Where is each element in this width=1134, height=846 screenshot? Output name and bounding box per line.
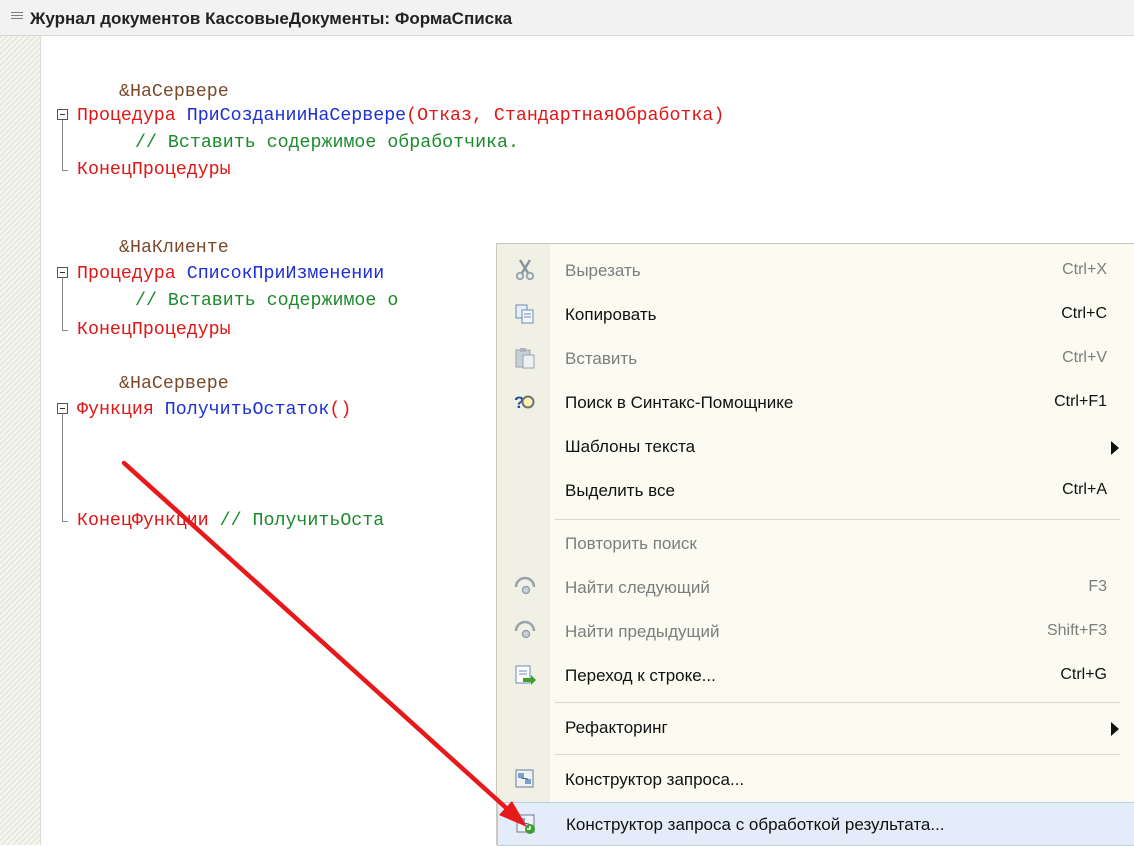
- code-line: КонецПроцедуры: [77, 158, 231, 182]
- editor-gutter: [0, 36, 41, 845]
- code-line: КонецПроцедуры: [77, 318, 231, 342]
- code-line: // Вставить содержимое обработчика.: [135, 131, 519, 155]
- menu-item-shortcut: Ctrl+V: [1062, 349, 1107, 366]
- scissors-icon: [515, 259, 535, 281]
- menu-item-label: Поиск в Синтакс-Помощнике: [565, 393, 794, 412]
- keyword: Процедура: [77, 264, 176, 284]
- code-line: // Вставить содержимое о: [135, 289, 398, 313]
- code-line: &НаСервере: [119, 80, 229, 104]
- menu-item-shortcut: Ctrl+F1: [1054, 393, 1107, 410]
- query-builder-result-icon: [516, 814, 535, 834]
- procedure-name: ПриСозданииНаСервере: [186, 106, 407, 126]
- menu-item-templates[interactable]: Шаблоны текста: [497, 425, 1134, 469]
- query-builder-icon: [515, 769, 534, 788]
- code-line: КонецФункции // ПолучитьОста: [77, 509, 384, 533]
- submenu-arrow-icon: [1111, 441, 1119, 455]
- goto-line-icon: [515, 665, 536, 685]
- function-name: ПолучитьОстаток: [164, 400, 330, 420]
- menu-separator: [555, 702, 1120, 703]
- keyword: КонецПроцедуры: [77, 160, 231, 180]
- menu-item-goto-line[interactable]: Переход к строке... Ctrl+G: [497, 654, 1134, 698]
- code-line: Процедура СписокПриИзменении: [77, 262, 384, 286]
- fold-guide: [62, 414, 63, 521]
- context-menu: Вырезать Ctrl+X Копировать Ctrl+C Встави…: [496, 243, 1134, 846]
- procedure-name: СписокПриИзменении: [186, 264, 385, 284]
- code-line: &НаКлиенте: [119, 236, 229, 260]
- menu-item-label: Выделить все: [565, 481, 675, 500]
- submenu-arrow-icon: [1111, 722, 1119, 736]
- menu-item-syntax-help[interactable]: ? Поиск в Синтакс-Помощнике Ctrl+F1: [497, 381, 1134, 425]
- directive: &НаСервере: [119, 374, 229, 394]
- fold-guide: [62, 170, 68, 171]
- menu-item-label: Рефакторинг: [565, 718, 668, 737]
- fold-guide: [62, 521, 68, 522]
- menu-item-repeat-search[interactable]: Повторить поиск: [497, 522, 1134, 566]
- find-next-icon: [514, 576, 536, 595]
- fold-toggle[interactable]: [57, 403, 68, 414]
- keyword: КонецПроцедуры: [77, 320, 231, 340]
- menu-separator: [555, 754, 1120, 755]
- menu-item-shortcut: Shift+F3: [1046, 622, 1107, 639]
- fold-guide: [62, 330, 68, 331]
- menu-item-shortcut: Ctrl+A: [1062, 481, 1107, 498]
- form-icon: [11, 12, 23, 23]
- copy-icon: [515, 304, 534, 324]
- keyword: Процедура: [77, 106, 176, 126]
- menu-item-paste[interactable]: Вставить Ctrl+V: [497, 337, 1134, 381]
- menu-item-label: Конструктор запроса с обработкой результ…: [566, 815, 945, 834]
- comment: // ПолучитьОста: [219, 511, 385, 531]
- fold-toggle[interactable]: [57, 267, 68, 278]
- menu-item-copy[interactable]: Копировать Ctrl+C: [497, 293, 1134, 337]
- procedure-args: (Отказ, СтандартнаяОбработка): [406, 106, 725, 126]
- code-line: &НаСервере: [119, 372, 229, 396]
- menu-item-shortcut: F3: [1088, 578, 1107, 595]
- comment: // Вставить содержимое о: [135, 291, 399, 311]
- menu-item-label: Найти предыдущий: [565, 622, 720, 641]
- menu-item-find-next[interactable]: Найти следующий F3: [497, 566, 1134, 610]
- menu-item-label: Повторить поиск: [565, 534, 697, 553]
- menu-item-label: Конструктор запроса...: [565, 770, 745, 789]
- menu-item-cut[interactable]: Вырезать Ctrl+X: [497, 249, 1134, 293]
- menu-item-label: Копировать: [565, 305, 657, 324]
- directive: &НаКлиенте: [119, 238, 229, 258]
- keyword: Функция: [77, 400, 154, 420]
- help-search-icon: ?: [514, 393, 535, 412]
- menu-item-shortcut: Ctrl+G: [1060, 666, 1107, 683]
- function-args: (): [329, 400, 352, 420]
- menu-item-label: Вставить: [565, 349, 638, 368]
- menu-item-label: Переход к строке...: [565, 666, 716, 685]
- menu-item-query-builder-result[interactable]: Конструктор запроса с обработкой результ…: [497, 802, 1134, 846]
- code-line: Функция ПолучитьОстаток(): [77, 398, 351, 422]
- code-line: Процедура ПриСозданииНаСервере(Отказ, Ст…: [77, 104, 724, 128]
- menu-item-refactoring[interactable]: Рефакторинг: [497, 706, 1134, 750]
- menu-item-label: Шаблоны текста: [565, 437, 696, 456]
- directive: &НаСервере: [119, 82, 229, 102]
- menu-item-query-builder[interactable]: Конструктор запроса...: [497, 758, 1134, 802]
- fold-guide: [62, 278, 63, 330]
- menu-item-shortcut: Ctrl+X: [1062, 261, 1107, 278]
- menu-item-label: Вырезать: [565, 261, 641, 280]
- menu-item-label: Найти следующий: [565, 578, 710, 597]
- menu-item-shortcut: Ctrl+C: [1061, 305, 1107, 322]
- paste-icon: [515, 348, 535, 369]
- comment: // Вставить содержимое обработчика.: [135, 133, 519, 153]
- find-prev-icon: [514, 620, 536, 639]
- keyword: КонецФункции: [77, 511, 209, 531]
- menu-item-find-prev[interactable]: Найти предыдущий Shift+F3: [497, 610, 1134, 654]
- menu-separator: [555, 519, 1120, 520]
- fold-guide: [62, 120, 63, 170]
- fold-toggle[interactable]: [57, 109, 68, 120]
- window-titlebar: Журнал документов КассовыеДокументы: Фор…: [0, 0, 1134, 36]
- menu-item-select-all[interactable]: Выделить все Ctrl+A: [497, 469, 1134, 513]
- window-title: Журнал документов КассовыеДокументы: Фор…: [30, 9, 513, 28]
